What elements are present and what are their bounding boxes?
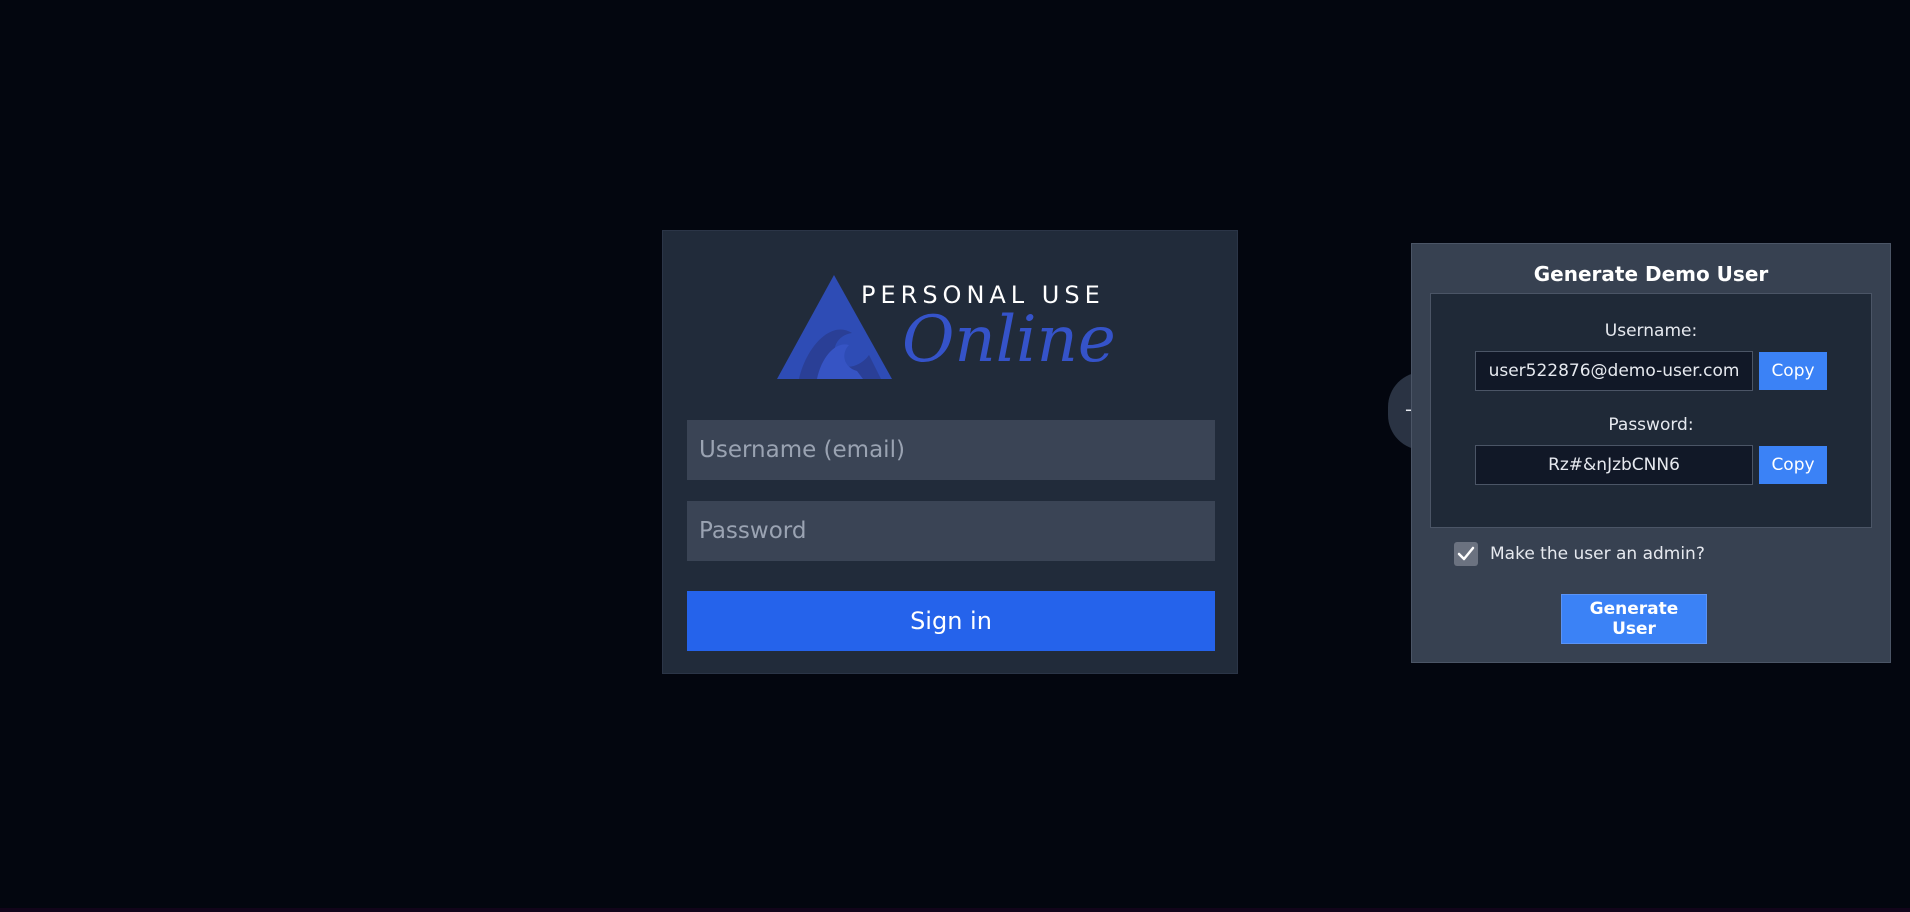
copy-password-button[interactable]: Copy <box>1759 446 1827 484</box>
bottom-border <box>0 908 1910 912</box>
password-input[interactable] <box>687 501 1215 561</box>
demo-panel-title: Generate Demo User <box>1533 262 1769 286</box>
password-label: Password: <box>1608 415 1694 435</box>
generated-password-field[interactable]: Rz#&nJzbCNN6 <box>1475 445 1753 485</box>
credentials-box: Username: user522876@demo-user.com Copy … <box>1430 293 1872 528</box>
logo: PERSONAL USE Online <box>777 275 1127 381</box>
logo-text-online: Online <box>902 303 1116 377</box>
generated-username-field[interactable]: user522876@demo-user.com <box>1475 351 1753 391</box>
admin-checkbox[interactable] <box>1454 542 1478 566</box>
demo-user-panel: Generate Demo User Username: user522876@… <box>1411 243 1891 663</box>
generate-user-button[interactable]: Generate User <box>1561 594 1707 644</box>
username-input[interactable] <box>687 420 1215 480</box>
check-icon <box>1457 546 1475 561</box>
sign-in-button[interactable]: Sign in <box>687 591 1215 651</box>
admin-checkbox-label: Make the user an admin? <box>1490 544 1705 564</box>
username-label: Username: <box>1604 321 1698 341</box>
login-card: PERSONAL USE Online Sign in <box>662 230 1238 674</box>
admin-option-row: Make the user an admin? <box>1454 541 1705 567</box>
copy-username-button[interactable]: Copy <box>1759 352 1827 390</box>
